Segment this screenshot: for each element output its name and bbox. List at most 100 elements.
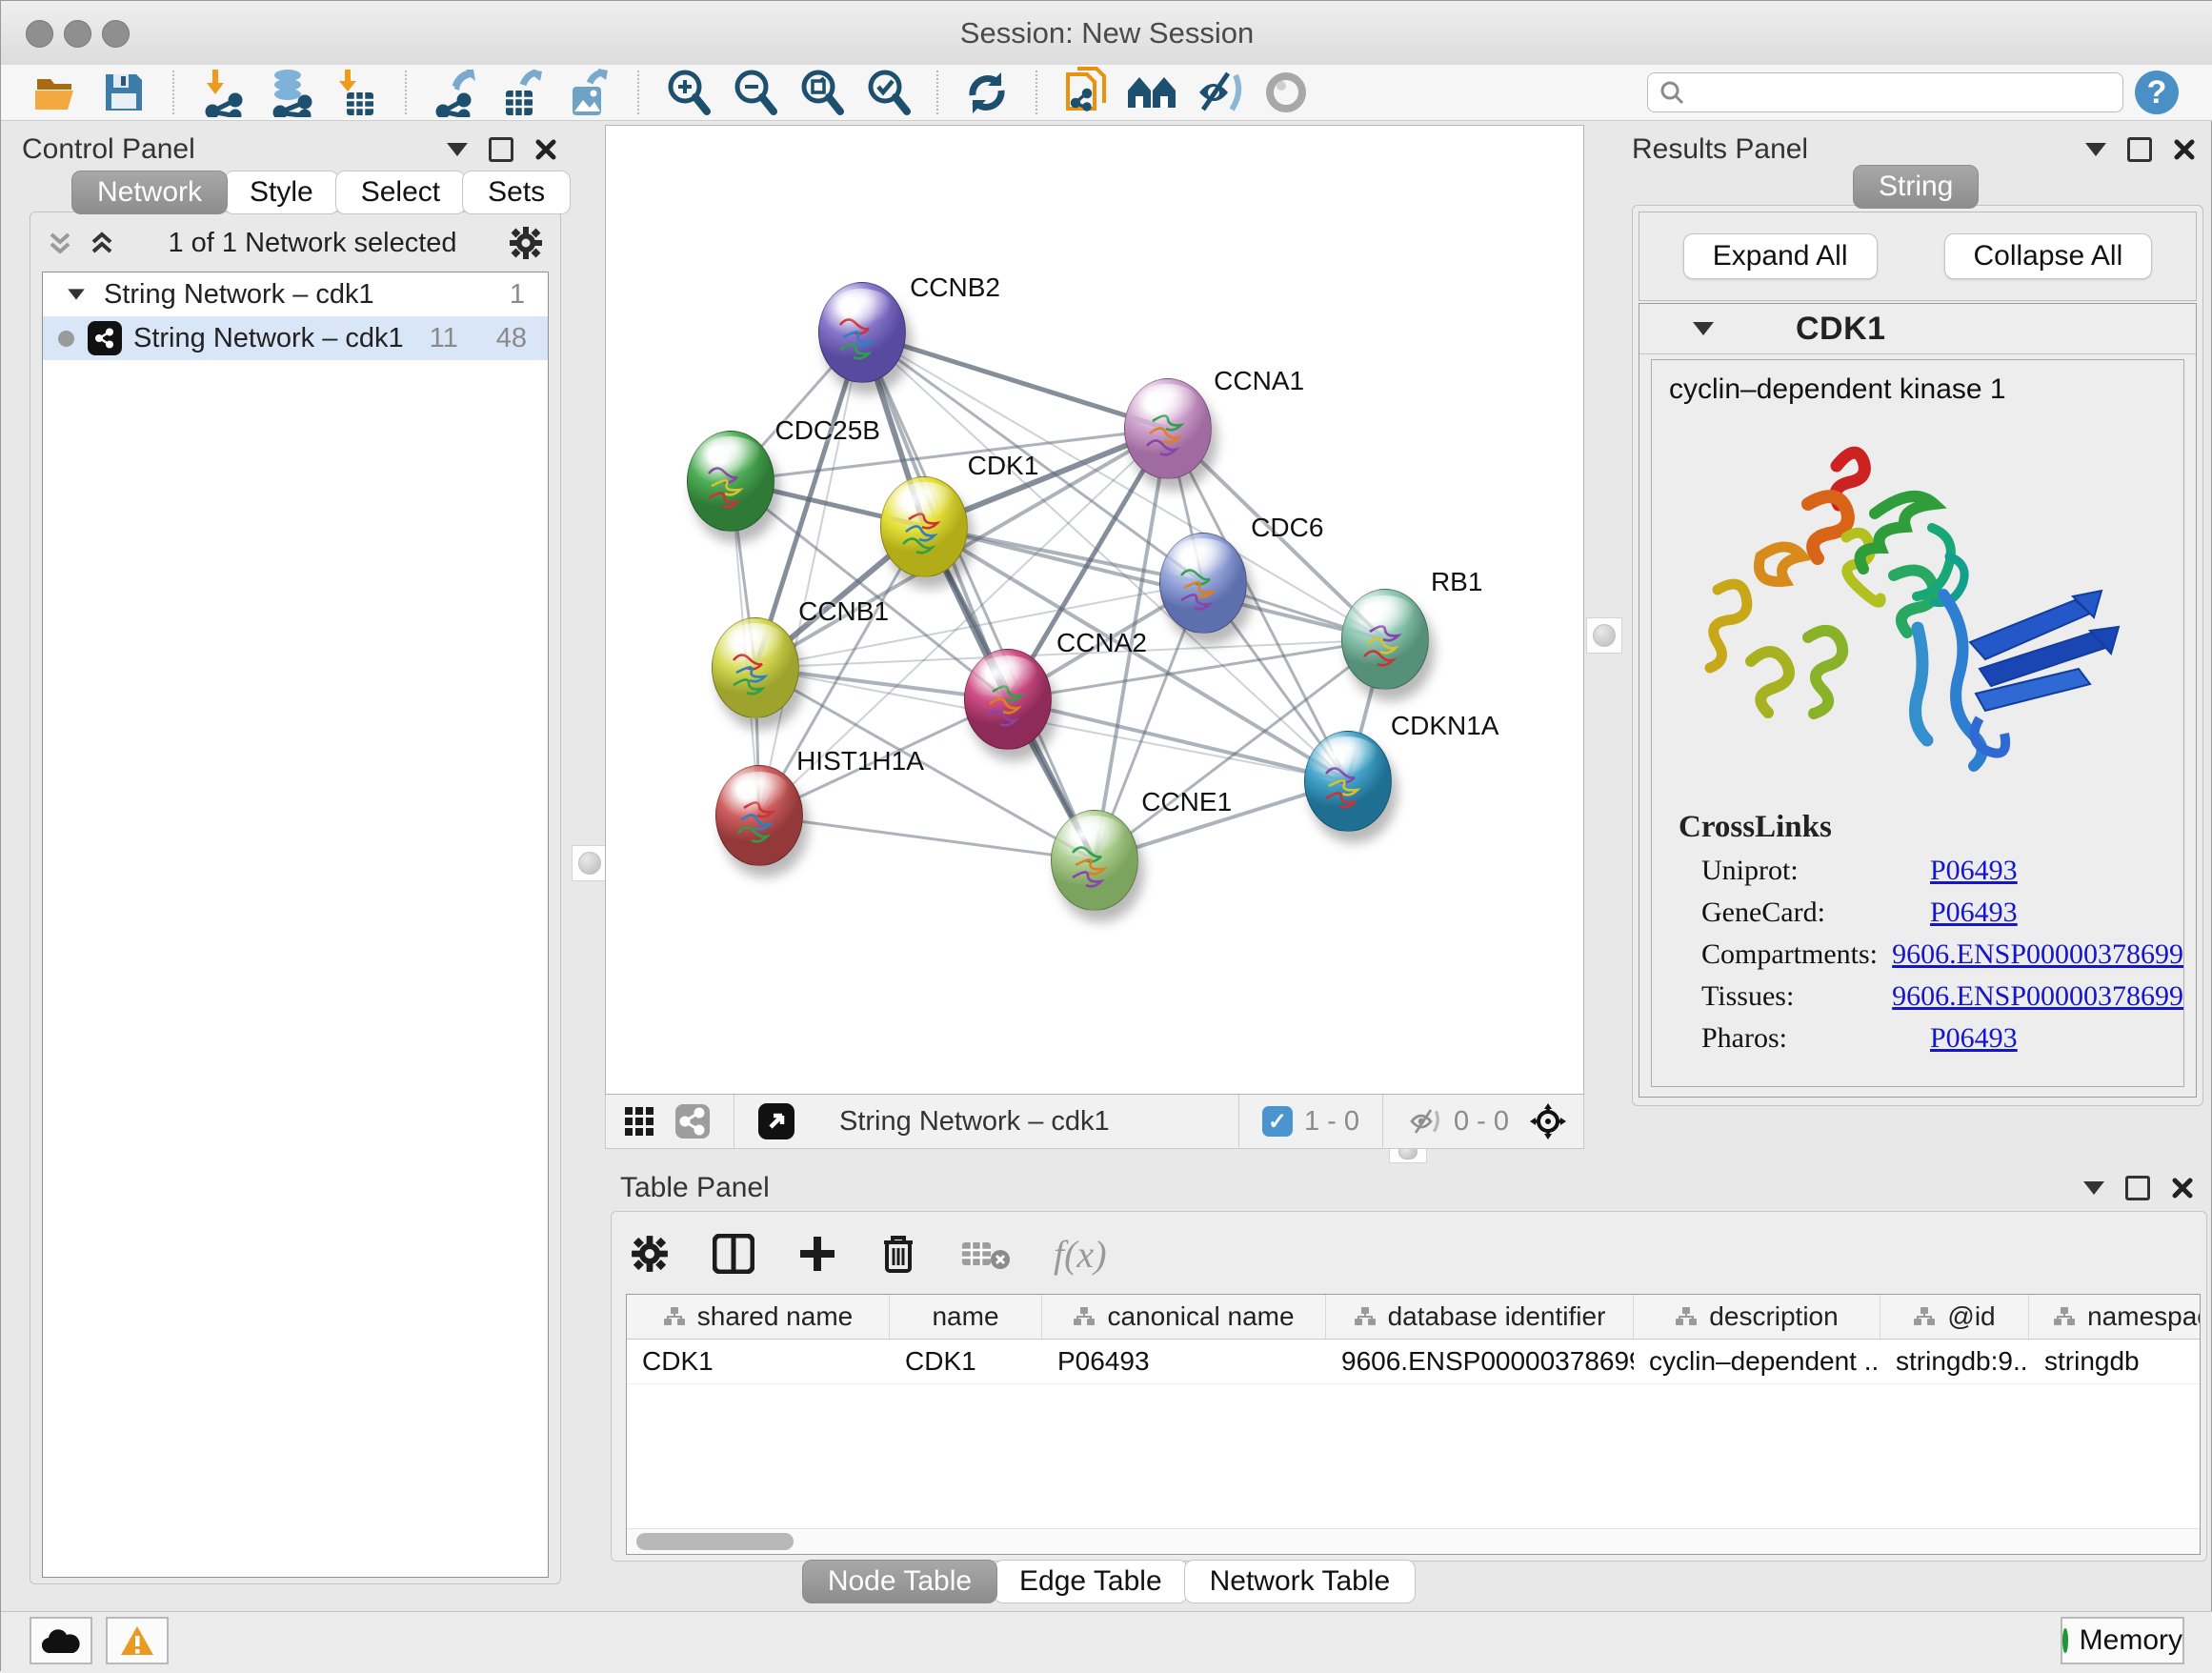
zoom-fit-button[interactable] [794,68,848,117]
network-node-count: 11 [430,323,458,354]
tab-node-table[interactable]: Node Table [802,1560,997,1603]
delete-table-icon[interactable] [960,1237,1010,1271]
table-panel-float-icon[interactable] [2125,1176,2150,1200]
tab-sets[interactable]: Sets [462,171,571,214]
houses-button[interactable] [1126,68,1179,117]
clone-network-button[interactable] [1059,68,1113,117]
zoom-out-button[interactable] [728,68,781,117]
scrollbar-thumb[interactable] [636,1533,794,1550]
tab-string[interactable]: String [1853,165,1979,209]
network-node[interactable] [1159,533,1247,634]
expand-all-button[interactable]: Expand All [1683,233,1878,279]
save-session-button[interactable] [97,68,151,117]
network-node[interactable] [715,765,803,866]
tab-select[interactable]: Select [335,171,466,214]
show-graphics-button[interactable] [1259,68,1313,117]
column-header[interactable]: description [1634,1295,1880,1339]
network-node[interactable] [1341,589,1429,690]
table-cell[interactable]: cyclin–dependent ... [1634,1340,1880,1383]
delete-column-icon[interactable] [880,1233,916,1275]
right-splitter-handle[interactable] [1586,617,1622,654]
column-header[interactable]: shared name [627,1295,890,1339]
refresh-view-button[interactable] [960,68,1014,117]
select-columns-icon[interactable] [713,1234,754,1274]
network-node[interactable] [1304,731,1392,832]
expand-all-icon[interactable] [88,229,116,257]
grid-view-button[interactable] [623,1105,655,1138]
network-node[interactable] [1124,378,1212,479]
network-node[interactable] [1051,810,1138,911]
network-canvas[interactable]: CCNB2CCNA1CDC25BCDK1CDC6RB1CCNB1CCNA2CDK… [605,125,1584,1095]
network-node-label: CCNA2 [1056,628,1147,658]
warnings-button[interactable] [106,1617,169,1664]
tab-edge-table[interactable]: Edge Table [994,1560,1188,1603]
import-table-button[interactable] [330,68,383,117]
import-network-file-button[interactable] [196,68,250,117]
zoom-in-button[interactable] [661,68,714,117]
column-header[interactable]: @id [1880,1295,2029,1339]
export-table-button[interactable] [495,68,549,117]
help-button[interactable]: ? [2130,68,2183,117]
gene-collapse-icon[interactable] [1693,322,1714,335]
table-gear-icon[interactable] [631,1235,669,1273]
add-column-icon[interactable] [798,1235,836,1273]
crosslink-link[interactable]: P06493 [1930,855,2018,887]
network-node[interactable] [818,282,906,383]
table-cell[interactable]: CDK1 [890,1340,1042,1383]
network-share-button[interactable] [674,1103,711,1139]
control-panel: Control Panel Network Style Select Sets … [10,129,565,1584]
table-cell[interactable]: stringdb:9... [1880,1340,2029,1383]
toolbar-search[interactable] [1647,72,2123,112]
network-node[interactable] [964,649,1052,750]
crosslink-link[interactable]: 9606.ENSP00000378699 [1892,938,2183,971]
function-builder-icon[interactable]: f(x) [1054,1232,1107,1277]
control-panel-collapse-icon[interactable] [447,143,468,156]
crosslink-link[interactable]: P06493 [1930,897,2018,929]
gene-section-header[interactable]: CDK1 [1639,304,2196,354]
hide-graphics-button[interactable] [1193,68,1246,117]
import-network-database-button[interactable] [263,68,316,117]
open-session-button[interactable] [30,68,84,117]
network-collection-row[interactable]: String Network – cdk1 1 [43,272,548,316]
table-cell[interactable]: stringdb [2029,1340,2201,1383]
gear-icon[interactable] [509,226,543,260]
results-panel-close-icon[interactable] [2173,138,2196,161]
results-panel-collapse-icon[interactable] [2085,143,2106,156]
column-header[interactable]: canonical name [1042,1295,1326,1339]
network-node[interactable] [880,476,968,577]
crosslink-link[interactable]: P06493 [1930,1022,2018,1055]
tab-network-table[interactable]: Network Table [1184,1560,1417,1603]
export-image-button[interactable] [562,68,615,117]
search-input[interactable] [1694,77,2111,109]
table-panel-collapse-icon[interactable] [2083,1181,2104,1195]
column-header[interactable]: database identifier [1326,1295,1634,1339]
table-horizontal-scrollbar[interactable] [627,1528,2200,1554]
table-cell[interactable]: P06493 [1042,1340,1326,1383]
column-header[interactable]: name [890,1295,1042,1339]
export-network-button[interactable] [429,68,482,117]
control-panel-float-icon[interactable] [489,137,513,162]
collapse-all-icon[interactable] [46,229,74,257]
left-splitter-handle[interactable] [572,845,608,881]
pan-mode-button[interactable] [1528,1101,1568,1141]
control-panel-close-icon[interactable] [534,138,557,161]
collapse-all-button[interactable]: Collapse All [1944,233,2153,279]
zoom-selected-button[interactable] [861,68,915,117]
table-cell[interactable]: CDK1 [627,1340,890,1383]
network-node[interactable] [687,431,774,532]
tree-expand-icon[interactable] [68,289,85,299]
tab-style[interactable]: Style [224,171,339,214]
tab-network[interactable]: Network [71,171,228,214]
network-row[interactable]: String Network – cdk1 11 48 [43,316,548,360]
table-cell[interactable]: 9606.ENSP00000378699 [1326,1340,1634,1383]
results-panel-float-icon[interactable] [2127,137,2152,162]
fit-content-button[interactable] [757,1102,795,1140]
memory-button[interactable]: Memory [2061,1617,2184,1664]
crosslink-link[interactable]: 9606.ENSP00000378699 [1892,980,2183,1013]
table-row[interactable]: CDK1CDK1P064939606.ENSP00000378699cyclin… [627,1340,2200,1384]
cloud-button[interactable] [30,1617,92,1664]
network-node[interactable] [712,617,799,718]
column-header[interactable]: namespace [2029,1295,2201,1339]
zoom-selected-icon [864,68,912,117]
table-panel-close-icon[interactable] [2171,1177,2194,1199]
